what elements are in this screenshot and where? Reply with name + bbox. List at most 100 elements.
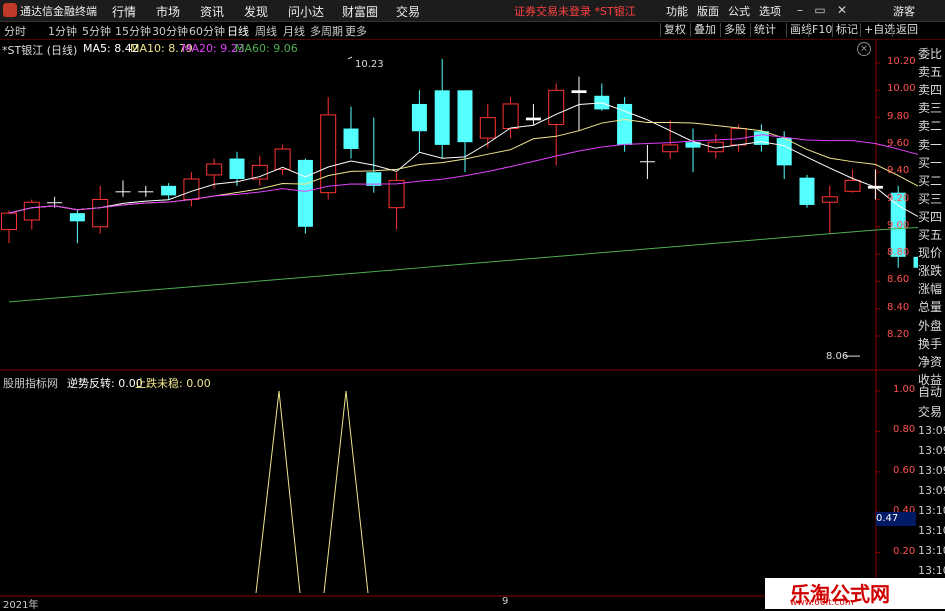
mark-button[interactable]: 标记 [832,23,861,37]
overlay-button[interactable]: 叠加 [690,23,719,37]
tf-60min[interactable]: 60分钟 [189,23,225,39]
ma60-label: MA60: 9.06 [235,42,298,55]
indicator-spike [323,390,369,594]
quote-label: 委比 [918,47,943,61]
stock-name: *ST银江 (日线) [2,44,78,57]
adjust-button[interactable]: 复权 [660,23,689,37]
tf-label: 分时 [4,25,26,38]
menu-trade[interactable]: 交易 [396,3,420,20]
menu-ask[interactable]: 问小达 [288,3,324,20]
candle-body [662,144,679,153]
tf-more[interactable]: 更多 [345,23,367,39]
back-button[interactable]: 返回 [892,23,921,37]
quote-label: 卖三 [918,101,943,116]
login-status: 证券交易未登录 *ST银江 [514,5,636,18]
multi-stock-button[interactable]: 多股 [720,23,749,37]
kline-chart[interactable] [0,40,918,609]
tf-15min[interactable]: 15分钟 [115,23,151,39]
tick-time: 13:09 [918,444,945,457]
quote-label: 买二 [918,173,943,188]
menu-wealth[interactable]: 财富圈 [342,3,378,20]
y-tick-label: 9.40 [887,165,910,177]
y-tick-label: 10.20 [887,56,916,67]
candle-body [274,148,291,170]
quote-label: 净资 [918,354,943,369]
quote-label: 卖五 [918,65,943,80]
quote-label: 卖四 [918,83,943,98]
candle-body [69,213,85,222]
tf-tick[interactable]: 分时 [4,23,26,39]
menu-layout[interactable]: 版面 [697,3,719,19]
candle-body [502,103,519,130]
ind-y-tick-label: 0.80 [893,424,916,436]
quote-label: 总量 [918,300,943,315]
candle-body [434,90,450,145]
tick-time: 13:10 [918,524,945,537]
candle-body [479,117,496,139]
candle-body [92,199,109,228]
candle-body [47,202,63,204]
date-mark-label: 9 [502,596,509,607]
menu-news[interactable]: 资讯 [200,3,224,20]
y-tick-label: 8.80 [887,247,910,259]
candle-body [138,191,154,193]
ind-y-tick-label: 0.60 [893,464,916,476]
high-price-label: 10.23 [355,59,384,70]
tf-30min[interactable]: 30分钟 [152,23,188,39]
quote-label: 买三 [918,191,943,206]
menu-formula[interactable]: 公式 [728,3,750,19]
menu-function[interactable]: 功能 [666,3,688,19]
y-tick-label: 8.20 [887,329,910,340]
restore-icon[interactable]: ▭ [812,2,828,18]
indicator-spike [255,390,301,594]
tf-monthly[interactable]: 月线 [283,23,305,39]
close-icon[interactable]: ✕ [834,2,850,18]
tf-weekly[interactable]: 周线 [255,23,277,39]
trade-label[interactable]: 自动 [918,383,945,401]
app-title: 通达信金融终端 [20,5,97,18]
menu-quotes[interactable]: 行情 [112,3,136,20]
candle-body [639,161,655,163]
y-tick-label: 8.60 [887,274,910,286]
tick-time: 13:10 [918,564,945,577]
tf-multi[interactable]: 多周期 [310,23,343,39]
candle-body [730,128,747,146]
indicator-value-stop: 止跌未稳: 0.00 [135,377,211,390]
candle-body [457,90,473,143]
y-tick-label: 8.40 [887,301,910,313]
menu-market[interactable]: 市场 [156,3,180,20]
candle-body [161,185,177,196]
quote-label: 外盘 [918,318,943,333]
tf-1min[interactable]: 1分钟 [48,23,77,39]
quote-label: 买四 [918,209,943,224]
tf-5min[interactable]: 5分钟 [82,23,111,39]
tf-daily[interactable]: 日线 [227,23,249,39]
quote-label: 换手 [918,336,943,351]
quote-label: 买一 [918,155,943,170]
quote-label: 现价 [918,246,943,261]
candle-body [571,90,587,94]
candle-body [320,114,337,194]
tick-time: 13:09 [918,484,945,497]
menu-options[interactable]: 选项 [759,3,781,19]
user-guest[interactable]: 游客 [893,3,915,19]
zoom-icon[interactable]: × [857,42,871,56]
candle-body [776,138,792,166]
y-tick-label: 9.00 [887,219,910,231]
trade-label[interactable]: 交易 [918,403,945,421]
candle-body [388,179,405,209]
candle-body [525,117,541,121]
minimize-icon[interactable]: – [792,2,808,18]
candle-body [617,103,633,145]
indicator-value-reversal: 逆势反转: 0.00 [67,377,143,390]
y-tick-label: 9.60 [887,137,910,149]
candle-body [799,177,815,205]
quote-label: 涨幅 [918,282,943,297]
stats-button[interactable]: 统计 [750,23,779,37]
y-tick-label: 9.20 [887,192,910,204]
candle-body [821,196,838,203]
indicator-title: 股朋指标网 [3,377,58,390]
quote-label: 卖一 [918,137,943,152]
menu-discover[interactable]: 发现 [244,3,268,20]
candle-body [297,159,313,227]
